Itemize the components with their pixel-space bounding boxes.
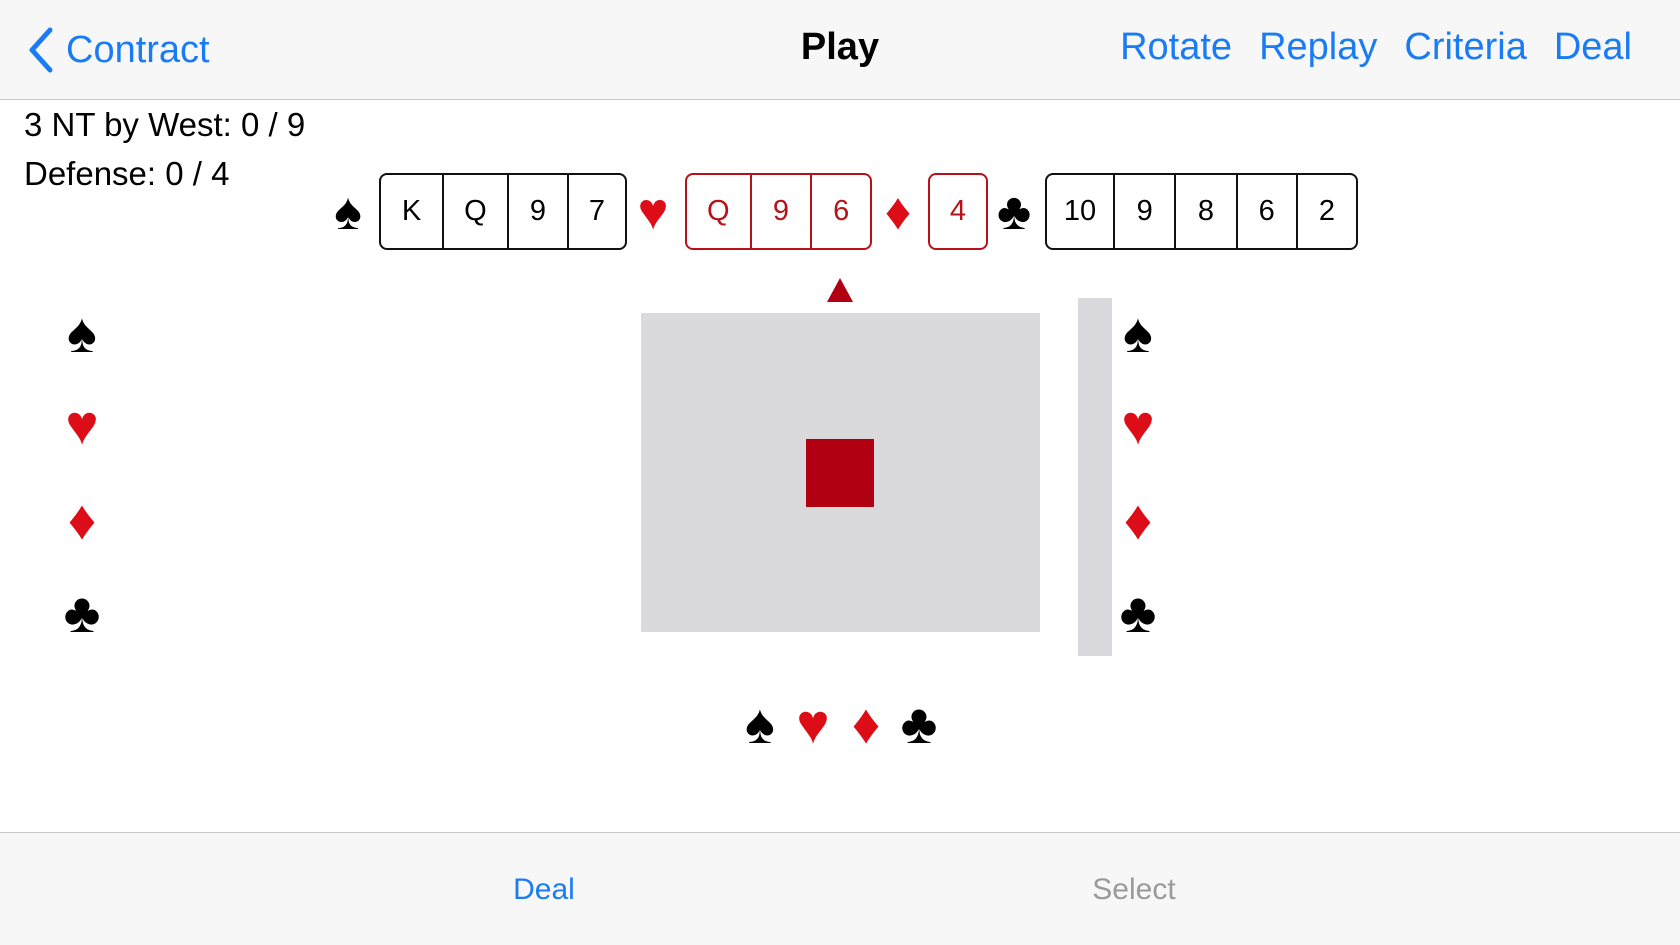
deal-tab-button[interactable]: Deal <box>424 873 664 907</box>
north-card[interactable]: 8 <box>1174 175 1235 248</box>
bottom-toolbar: Deal Select <box>0 832 1680 945</box>
deal-nav-button[interactable]: Deal <box>1554 26 1632 69</box>
north-card[interactable]: K <box>381 175 442 248</box>
north-card[interactable]: 6 <box>810 175 870 248</box>
west-diamond-icon: ♦ <box>67 488 97 551</box>
north-spades-group: K Q 9 7 <box>379 173 627 250</box>
contract-status: 3 NT by West: 0 / 9 <box>24 106 306 143</box>
north-card[interactable]: 6 <box>1235 175 1296 248</box>
turn-arrow-icon <box>827 278 853 302</box>
east-spade-icon: ♠ <box>1123 301 1153 364</box>
north-card[interactable]: 10 <box>1047 175 1113 248</box>
east-heart-icon: ♥ <box>1121 393 1155 456</box>
back-button-label: Contract <box>66 28 210 71</box>
select-tab-button[interactable]: Select <box>1014 873 1254 907</box>
west-heart-icon: ♥ <box>65 393 99 456</box>
north-card[interactable]: 9 <box>749 175 811 248</box>
north-card[interactable]: Q <box>687 175 750 248</box>
criteria-button[interactable]: Criteria <box>1404 26 1526 69</box>
north-diamond-icon: ♦ <box>884 183 912 241</box>
north-card[interactable]: 9 <box>1113 175 1174 248</box>
south-diamond-icon: ♦ <box>851 692 881 755</box>
south-spade-icon: ♠ <box>745 692 775 755</box>
north-hearts-group: Q 9 6 <box>685 173 872 250</box>
north-club-icon: ♣ <box>996 183 1032 241</box>
east-diamond-icon: ♦ <box>1123 488 1153 551</box>
north-card[interactable]: 2 <box>1295 175 1356 248</box>
north-card[interactable]: 9 <box>506 175 567 248</box>
turn-marker <box>806 439 874 507</box>
nav-actions: Rotate Replay Criteria Deal <box>1093 26 1632 69</box>
north-clubs-group: 10 9 8 6 2 <box>1045 173 1358 250</box>
north-heart-icon: ♥ <box>637 183 669 241</box>
north-card[interactable]: 7 <box>566 175 625 248</box>
defense-status: Defense: 0 / 4 <box>24 155 230 192</box>
south-club-icon: ♣ <box>900 692 938 755</box>
north-card[interactable]: 4 <box>930 175 986 248</box>
rotate-button[interactable]: Rotate <box>1120 26 1232 69</box>
chevron-left-icon <box>29 27 53 73</box>
east-club-icon: ♣ <box>1119 581 1157 644</box>
west-club-icon: ♣ <box>63 581 101 644</box>
north-spade-icon: ♠ <box>334 183 362 241</box>
back-button[interactable]: Contract <box>26 24 210 76</box>
north-card[interactable]: Q <box>441 175 507 248</box>
navigation-bar: Contract Play Rotate Replay Criteria Dea… <box>0 0 1680 100</box>
south-heart-icon: ♥ <box>796 692 830 755</box>
north-diamonds-group: 4 <box>928 173 988 250</box>
east-hand-area <box>1078 298 1112 656</box>
replay-button[interactable]: Replay <box>1259 26 1377 69</box>
west-spade-icon: ♠ <box>67 301 97 364</box>
